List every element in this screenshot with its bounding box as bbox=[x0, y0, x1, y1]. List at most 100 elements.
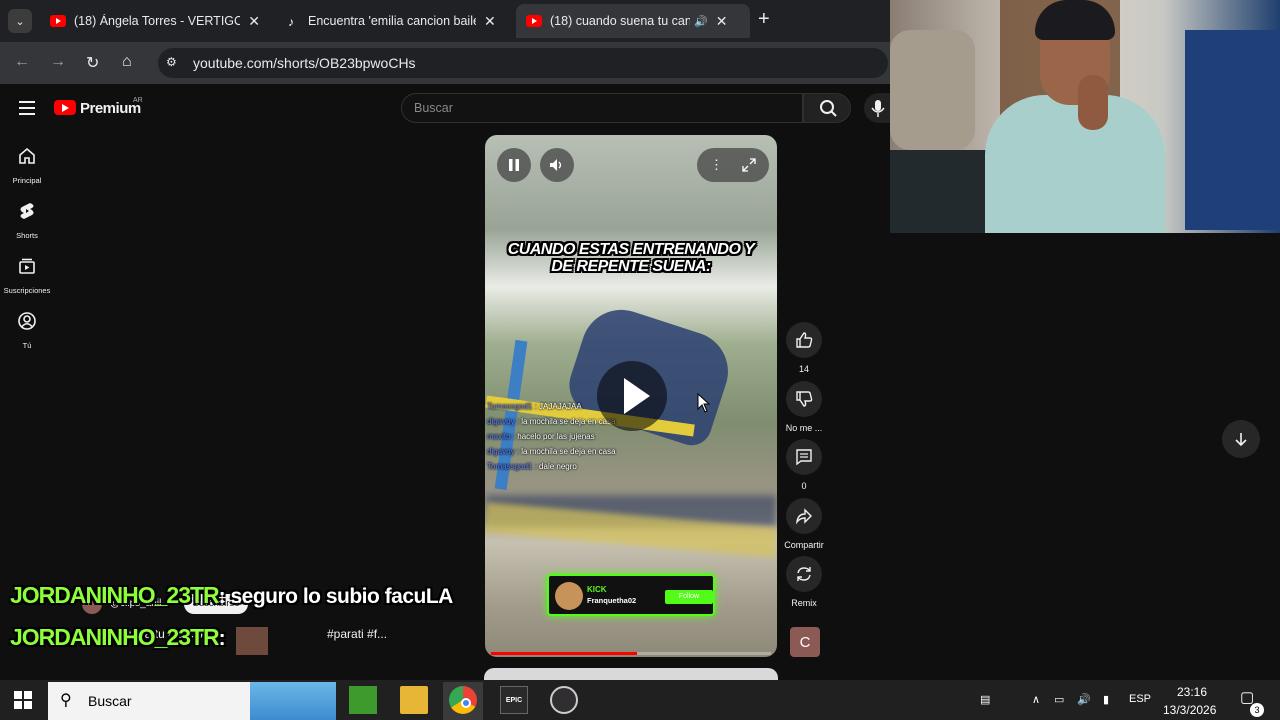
short-hashtags[interactable]: #parati #f... bbox=[327, 627, 387, 641]
site-info-icon[interactable]: ⚙ bbox=[166, 55, 182, 71]
overlay-username: JORDANINHO_23TR bbox=[10, 582, 220, 608]
search-icon: ⚲ bbox=[60, 692, 72, 709]
pause-icon bbox=[509, 159, 519, 171]
volume-icon bbox=[550, 159, 562, 171]
channel-avatar[interactable]: C bbox=[790, 627, 820, 657]
webcam-dark-area bbox=[890, 150, 990, 233]
forward-icon[interactable]: → bbox=[50, 53, 66, 71]
youtube-logo-icon[interactable] bbox=[54, 100, 76, 115]
like-button[interactable]: 14 bbox=[782, 322, 826, 374]
language-indicator[interactable]: ESP bbox=[1129, 693, 1151, 705]
dislike-button[interactable]: No me ... bbox=[782, 381, 826, 433]
share-label: Compartir bbox=[784, 540, 824, 550]
more-options-icon[interactable]: ⋮ bbox=[710, 157, 723, 173]
overlay-message-text: : bbox=[218, 627, 226, 650]
country-code: AR bbox=[133, 97, 143, 104]
account-icon bbox=[18, 312, 36, 330]
play-icon[interactable] bbox=[597, 361, 667, 431]
stream-chat-line: digavoy : la mochila se deja en casa bbox=[487, 417, 616, 426]
overlay-username: JORDANINHO_23TR bbox=[10, 624, 220, 650]
reload-icon[interactable]: ↻ bbox=[86, 53, 99, 73]
youtube-premium-logo[interactable]: Premium bbox=[80, 100, 141, 117]
kick-avatar bbox=[555, 582, 583, 610]
sidebar-item-home[interactable]: Principal bbox=[0, 146, 54, 188]
tab-vertigo[interactable]: (18) Ángela Torres - VERTIGO ( ✕ bbox=[40, 4, 270, 38]
stream-overlay-message: JORDANINHO_23TR: bbox=[10, 624, 268, 655]
webcam-overlay bbox=[890, 0, 1280, 233]
fullscreen-icon[interactable] bbox=[742, 158, 756, 172]
video-progress-bar[interactable] bbox=[491, 652, 771, 655]
kick-channel-name: Franquetha02 bbox=[587, 596, 637, 605]
sidebar-item-subscriptions[interactable]: Suscripciones bbox=[0, 256, 54, 298]
stream-overlay-message: JORDANINHO_23TR: seguro lo subio facuLA bbox=[10, 582, 453, 609]
volume-button[interactable] bbox=[540, 148, 574, 182]
stream-chat-line: maxito : hacelo por las jujenas bbox=[487, 432, 595, 441]
taskbar-search-text[interactable]: Buscar bbox=[88, 693, 132, 709]
sidebar-item-you[interactable]: Tú bbox=[0, 311, 54, 353]
search-button[interactable] bbox=[803, 93, 851, 123]
video-caption-text: CUANDO ESTAS ENTRENANDO Y DE REPENTE SUE… bbox=[507, 241, 755, 275]
menu-icon[interactable] bbox=[19, 101, 35, 119]
sidebar-item-label: Suscripciones bbox=[3, 286, 51, 295]
tab-current-short[interactable]: (18) cuando suena tu canció 🔊 ✕ bbox=[516, 4, 750, 38]
youtube-icon bbox=[50, 15, 66, 27]
kick-logo: KICK bbox=[587, 585, 607, 594]
close-tab-icon[interactable]: ✕ bbox=[484, 13, 496, 30]
remix-button[interactable]: Remix bbox=[782, 556, 826, 608]
shorts-icon bbox=[20, 203, 34, 219]
short-video-player[interactable]: ⋮ CUANDO ESTAS ENTRENANDO Y DE REPENTE S… bbox=[485, 135, 777, 657]
tray-widget-icon[interactable]: ▤ bbox=[980, 693, 990, 706]
search-input[interactable] bbox=[401, 93, 803, 123]
search-placeholder: Buscar bbox=[414, 101, 453, 115]
next-short-button[interactable] bbox=[1222, 420, 1260, 458]
webcam-person-hand bbox=[1078, 75, 1108, 130]
search-highlight-image bbox=[250, 682, 336, 720]
windows-start-icon[interactable] bbox=[14, 691, 32, 709]
tray-overflow-icon[interactable]: ∧ bbox=[1032, 693, 1040, 706]
tab-title: (18) cuando suena tu canció bbox=[550, 14, 690, 28]
comments-count: 0 bbox=[801, 481, 807, 491]
overlay-message-text: : seguro lo subio facuLA bbox=[218, 585, 454, 608]
obs-icon[interactable] bbox=[550, 686, 578, 714]
back-icon[interactable]: ← bbox=[14, 53, 30, 71]
file-explorer-icon[interactable] bbox=[400, 686, 428, 714]
network-icon[interactable]: ▭ bbox=[1054, 693, 1064, 706]
tab-title: (18) Ángela Torres - VERTIGO ( bbox=[74, 14, 241, 28]
video-progress-fill bbox=[491, 652, 637, 655]
url-text[interactable]: youtube.com/shorts/OB23bpwoCHs bbox=[193, 55, 416, 71]
thumbs-down-icon bbox=[796, 391, 813, 407]
minecraft-icon[interactable] bbox=[349, 686, 377, 714]
kick-follow-button: Follow bbox=[665, 590, 713, 604]
stream-chat-line: Tomassgod1 : JAJAJAJAA bbox=[487, 402, 582, 411]
remix-icon bbox=[797, 567, 811, 581]
stream-chat-line: digavoy : la mochila se deja en casa bbox=[487, 447, 616, 456]
clock-time[interactable]: 23:16 bbox=[1177, 685, 1207, 699]
webcam-chair bbox=[890, 30, 975, 150]
kick-follow-widget: KICK Franquetha02 Follow bbox=[547, 574, 715, 616]
share-button[interactable]: Compartir bbox=[782, 498, 826, 550]
tab-tiktok[interactable]: ♪ Encuentra 'emilia cancion baile' ✕ bbox=[278, 4, 510, 38]
epic-games-icon[interactable]: EPIC bbox=[500, 686, 528, 714]
share-icon bbox=[795, 508, 812, 525]
clock-date[interactable]: 13/3/2026 bbox=[1163, 703, 1216, 717]
home-icon bbox=[19, 147, 35, 164]
new-tab-button[interactable]: + bbox=[758, 8, 770, 31]
comments-button[interactable]: 0 bbox=[782, 439, 826, 491]
tab-search-button[interactable]: ⌄ bbox=[8, 9, 32, 33]
sidebar-item-shorts[interactable]: Shorts bbox=[0, 201, 54, 243]
tiktok-icon: ♪ bbox=[288, 15, 294, 29]
pause-button[interactable] bbox=[497, 148, 531, 182]
home-button-icon[interactable]: ⌂ bbox=[122, 53, 132, 71]
volume-tray-icon[interactable]: 🔊 bbox=[1077, 693, 1091, 706]
microphone-tray-icon[interactable]: ▮ bbox=[1103, 693, 1109, 706]
video-options-group: ⋮ bbox=[697, 148, 769, 182]
dislike-label: No me ... bbox=[785, 423, 823, 433]
close-tab-icon[interactable]: ✕ bbox=[248, 13, 260, 30]
close-tab-icon[interactable]: ✕ bbox=[716, 13, 728, 30]
microphone-icon bbox=[871, 100, 885, 117]
audio-playing-icon[interactable]: 🔊 bbox=[694, 15, 708, 28]
mouse-cursor-icon bbox=[697, 393, 711, 413]
voice-search-button[interactable] bbox=[864, 93, 890, 123]
sidebar-item-label: Tú bbox=[22, 341, 32, 350]
webcam-person-body bbox=[985, 95, 1165, 233]
